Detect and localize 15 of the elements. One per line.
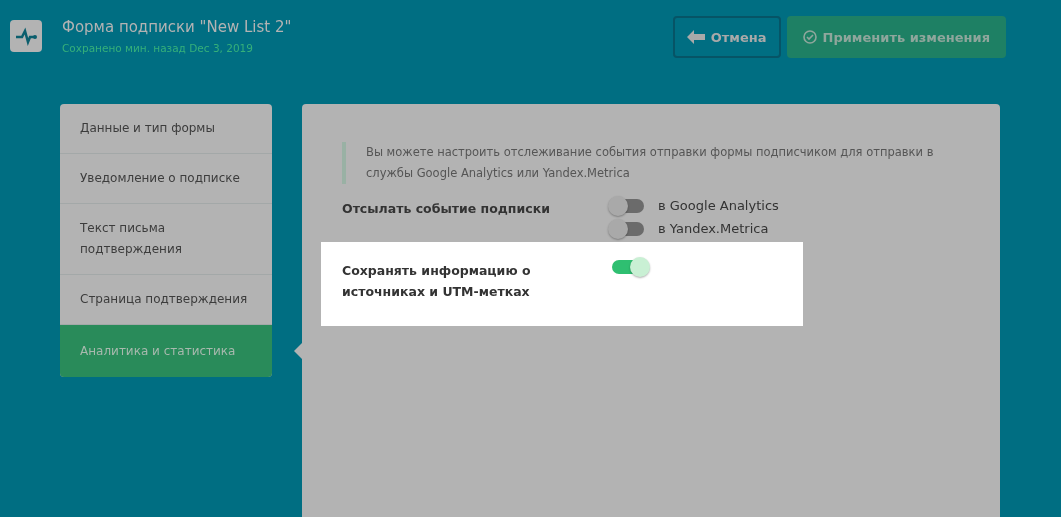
toggle-label: в Google Analytics: [658, 198, 779, 213]
saved-status: Сохранено мин. назад Dec 3, 2019: [62, 42, 254, 54]
pulse-logo-icon: [10, 20, 42, 52]
check-circle-icon: [802, 30, 817, 44]
info-note: Вы можете настроить отслеживание события отправки формы подписчиком для отправки в службы Google Analytics или Yandex.Metrica: [342, 142, 1000, 184]
toggle-label: в Yandex.Metrica: [658, 221, 769, 236]
setting-label: Сохранять информацию о источниках и UTM-метках: [342, 262, 532, 301]
sidebar-item[interactable]: Уведомление о подписке: [60, 154, 272, 204]
sidebar-item[interactable]: Текст письма подтверждения: [60, 204, 272, 275]
toggle-switch[interactable]: [610, 221, 644, 236]
form-title: Форма подписки "New List 2": [62, 18, 293, 36]
sidebar-item[interactable]: Данные и тип формы: [60, 104, 272, 154]
toggle-switch[interactable]: [610, 198, 644, 213]
back-arrow-icon: [686, 30, 705, 44]
setting-label: Отсылать событие подписки: [342, 200, 551, 218]
